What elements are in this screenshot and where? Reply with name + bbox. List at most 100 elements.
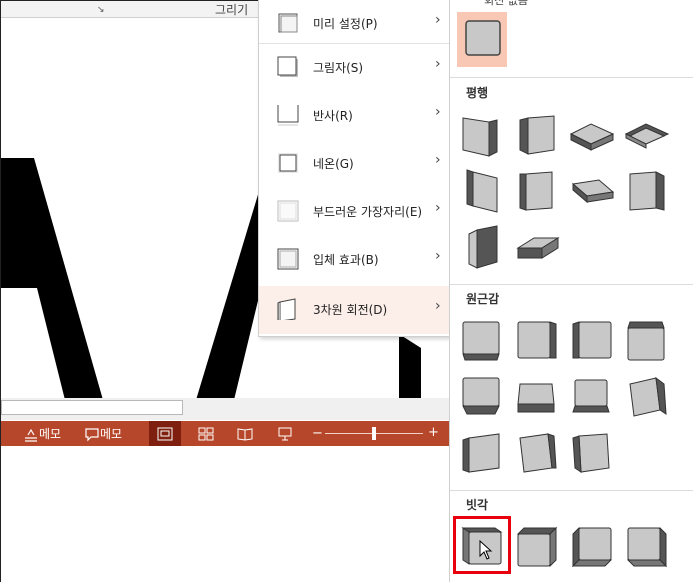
reading-view-icon bbox=[237, 427, 253, 441]
gallery-tile-perspective-9[interactable] bbox=[459, 430, 505, 476]
menu-item-label: 그림자(S) bbox=[313, 61, 364, 75]
rotated-cube-icon bbox=[468, 225, 498, 269]
reading-view-button[interactable] bbox=[229, 421, 261, 446]
rotated-cube-icon bbox=[572, 321, 612, 359]
shadow-icon bbox=[277, 56, 298, 77]
rotated-cube-icon bbox=[517, 321, 557, 359]
menu-item-label: 미리 설정(P) bbox=[313, 17, 378, 31]
menu-item-reflection[interactable]: 반사(R) › bbox=[259, 92, 450, 140]
gallery-tile-parallel-8[interactable] bbox=[624, 168, 670, 214]
gallery-tile-parallel-5[interactable] bbox=[459, 168, 505, 214]
gallery-tile-oblique-4[interactable] bbox=[624, 524, 670, 570]
rotated-cube-icon bbox=[627, 321, 665, 361]
3d-rotation-gallery: 회전 없음 평행 원근감 빗각 bbox=[449, 0, 693, 582]
submenu-arrow-icon: › bbox=[435, 104, 441, 120]
submenu-arrow-icon: › bbox=[435, 12, 441, 28]
gallery-tile-perspective-2[interactable] bbox=[514, 318, 560, 364]
section-label-parallel: 평행 bbox=[466, 86, 489, 100]
rotated-cube-icon bbox=[462, 117, 498, 157]
slideshow-button[interactable] bbox=[269, 421, 301, 446]
menu-item-label: 입체 효과(B) bbox=[313, 253, 379, 267]
ribbon-group-label: 그리기 bbox=[215, 3, 249, 17]
section-label-oblique: 빗각 bbox=[466, 498, 489, 512]
notes-input[interactable] bbox=[1, 400, 183, 415]
rotated-cube-icon bbox=[519, 433, 557, 473]
gallery-divider bbox=[450, 77, 693, 78]
gallery-tile-parallel-2[interactable] bbox=[514, 112, 560, 158]
dialog-launcher-icon[interactable]: ↘ bbox=[97, 5, 105, 15]
menu-item-label: 네온(G) bbox=[313, 157, 354, 171]
menu-item-label: 부드러운 가장자리(E) bbox=[313, 205, 423, 219]
rotated-cube-icon bbox=[516, 526, 558, 568]
comments-label: 메모 bbox=[100, 427, 123, 441]
window-blank-area bbox=[1, 446, 449, 582]
notes-button[interactable]: 메모 bbox=[23, 421, 61, 446]
submenu-arrow-icon: › bbox=[435, 56, 441, 72]
rotated-cube-icon bbox=[517, 383, 555, 413]
gallery-tile-no-rotation[interactable] bbox=[457, 12, 507, 67]
section-label-no-rotation: 회전 없음 bbox=[484, 0, 528, 7]
notes-icon bbox=[25, 428, 37, 442]
normal-view-icon bbox=[157, 427, 173, 440]
gallery-tile-parallel-10[interactable] bbox=[514, 224, 560, 270]
menu-item-preset[interactable]: 미리 설정(P) › bbox=[259, 0, 450, 48]
status-bar: 메모 메모 − + bbox=[1, 421, 449, 446]
slide-sorter-button[interactable] bbox=[190, 421, 222, 446]
no-rotation-icon bbox=[465, 20, 501, 56]
menu-item-label: 3차원 회전(D) bbox=[313, 303, 388, 317]
comment-icon bbox=[85, 427, 99, 441]
submenu-arrow-icon: › bbox=[435, 248, 441, 264]
rotated-cube-icon bbox=[629, 376, 667, 417]
gallery-divider bbox=[450, 490, 693, 491]
zoom-out-button[interactable]: − bbox=[312, 426, 323, 441]
gallery-tile-parallel-4[interactable] bbox=[624, 112, 670, 158]
gallery-tile-perspective-11[interactable] bbox=[569, 430, 615, 476]
menu-item-3d-rotation[interactable]: 3차원 회전(D) › bbox=[259, 286, 450, 334]
gallery-tile-parallel-9[interactable] bbox=[459, 224, 505, 270]
bevel-icon bbox=[277, 248, 299, 270]
menu-item-glow[interactable]: 네온(G) › bbox=[259, 140, 450, 188]
gallery-tile-perspective-6[interactable] bbox=[514, 374, 560, 420]
rotated-cube-icon bbox=[519, 171, 553, 211]
rotated-cube-icon bbox=[516, 237, 560, 259]
gallery-tile-perspective-1[interactable] bbox=[459, 318, 505, 364]
section-label-perspective: 원근감 bbox=[466, 292, 500, 306]
gallery-tile-perspective-4[interactable] bbox=[624, 318, 670, 364]
rotated-cube-icon bbox=[569, 123, 615, 151]
gallery-tile-oblique-3[interactable] bbox=[569, 524, 615, 570]
notes-label: 메모 bbox=[39, 427, 62, 441]
rotated-cube-icon bbox=[629, 171, 665, 211]
rotated-cube-icon bbox=[626, 526, 668, 568]
gallery-tile-perspective-5[interactable] bbox=[459, 374, 505, 420]
rotated-cube-icon bbox=[572, 379, 610, 413]
gallery-tile-perspective-10[interactable] bbox=[514, 430, 560, 476]
gallery-tile-parallel-1[interactable] bbox=[459, 112, 505, 158]
rotated-cube-icon bbox=[572, 433, 610, 473]
rotated-cube-icon bbox=[466, 169, 498, 213]
rotated-cube-icon bbox=[624, 123, 670, 149]
normal-view-button[interactable] bbox=[149, 421, 181, 446]
rotated-cube-icon bbox=[571, 179, 615, 204]
gallery-tile-perspective-3[interactable] bbox=[569, 318, 615, 364]
menu-item-shadow[interactable]: 그림자(S) › bbox=[259, 44, 450, 92]
menu-item-bevel[interactable]: 입체 효과(B) › bbox=[259, 236, 450, 284]
slideshow-icon bbox=[278, 427, 292, 440]
zoom-in-button[interactable]: + bbox=[428, 425, 439, 440]
gallery-divider bbox=[450, 284, 693, 285]
gallery-tile-oblique-1[interactable] bbox=[453, 516, 511, 574]
preset-icon bbox=[278, 13, 298, 33]
submenu-arrow-icon: › bbox=[435, 152, 441, 168]
rotated-cube-icon bbox=[462, 321, 500, 361]
gallery-tile-oblique-2[interactable] bbox=[514, 524, 560, 570]
rotated-cube-icon bbox=[519, 115, 555, 155]
soft-edges-icon bbox=[277, 200, 299, 222]
menu-item-soft-edges[interactable]: 부드러운 가장자리(E) › bbox=[259, 188, 450, 236]
comments-button[interactable]: 메모 bbox=[84, 421, 122, 446]
gallery-tile-parallel-3[interactable] bbox=[569, 112, 615, 158]
gallery-tile-perspective-8[interactable] bbox=[624, 374, 670, 420]
gallery-tile-parallel-6[interactable] bbox=[514, 168, 560, 214]
gallery-tile-perspective-7[interactable] bbox=[569, 374, 615, 420]
zoom-slider-thumb[interactable] bbox=[372, 427, 376, 440]
gallery-tile-parallel-7[interactable] bbox=[569, 168, 615, 214]
3d-rotation-icon bbox=[277, 298, 296, 320]
